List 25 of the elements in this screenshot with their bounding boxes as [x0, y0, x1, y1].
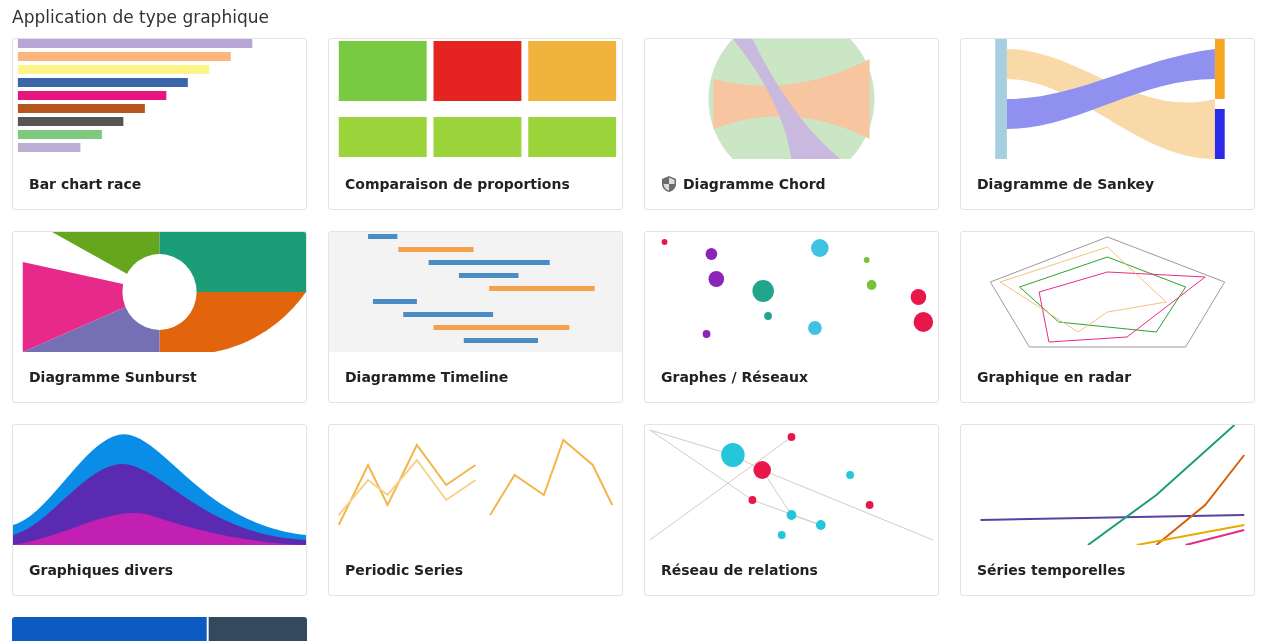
- chart-card[interactable]: Diagramme Chord: [644, 38, 939, 210]
- card-title: Bar chart race: [29, 174, 142, 194]
- chart-card[interactable]: Graphes / Réseaux: [644, 231, 939, 403]
- card-title: Diagramme de Sankey: [977, 174, 1155, 194]
- page-title: Application de type graphique: [11, 6, 270, 29]
- chart-card[interactable]: Diagramme de Sankey: [960, 38, 1255, 210]
- chart-card[interactable]: Periodic Series: [328, 424, 623, 596]
- card-title: Séries temporelles: [977, 560, 1126, 580]
- chart-card[interactable]: Diagramme Timeline: [328, 231, 623, 403]
- chart-card[interactable]: Diagramme Sunburst: [12, 231, 307, 403]
- chart-card[interactable]: Séries temporelles: [960, 424, 1255, 596]
- card-title: Periodic Series: [345, 560, 464, 580]
- chart-card[interactable]: Graphiques divers: [12, 424, 307, 596]
- card-title: Réseau de relations: [661, 560, 818, 580]
- card-title: Comparaison de proportions: [345, 174, 570, 194]
- card-title: Graphiques divers: [29, 560, 173, 580]
- card-title: Diagramme Timeline: [345, 367, 509, 387]
- chart-card[interactable]: Réseau de relations: [644, 424, 939, 596]
- chart-card[interactable]: Graphique en radar: [960, 231, 1255, 403]
- chart-card[interactable]: Bar chart race: [12, 38, 307, 210]
- chart-card[interactable]: Comparaison de proportions: [328, 38, 623, 210]
- card-title: Graphique en radar: [977, 367, 1132, 387]
- card-title: Diagramme Sunburst: [29, 367, 197, 387]
- card-title: Graphes / Réseaux: [661, 367, 809, 387]
- card-title: Diagramme Chord: [683, 174, 826, 194]
